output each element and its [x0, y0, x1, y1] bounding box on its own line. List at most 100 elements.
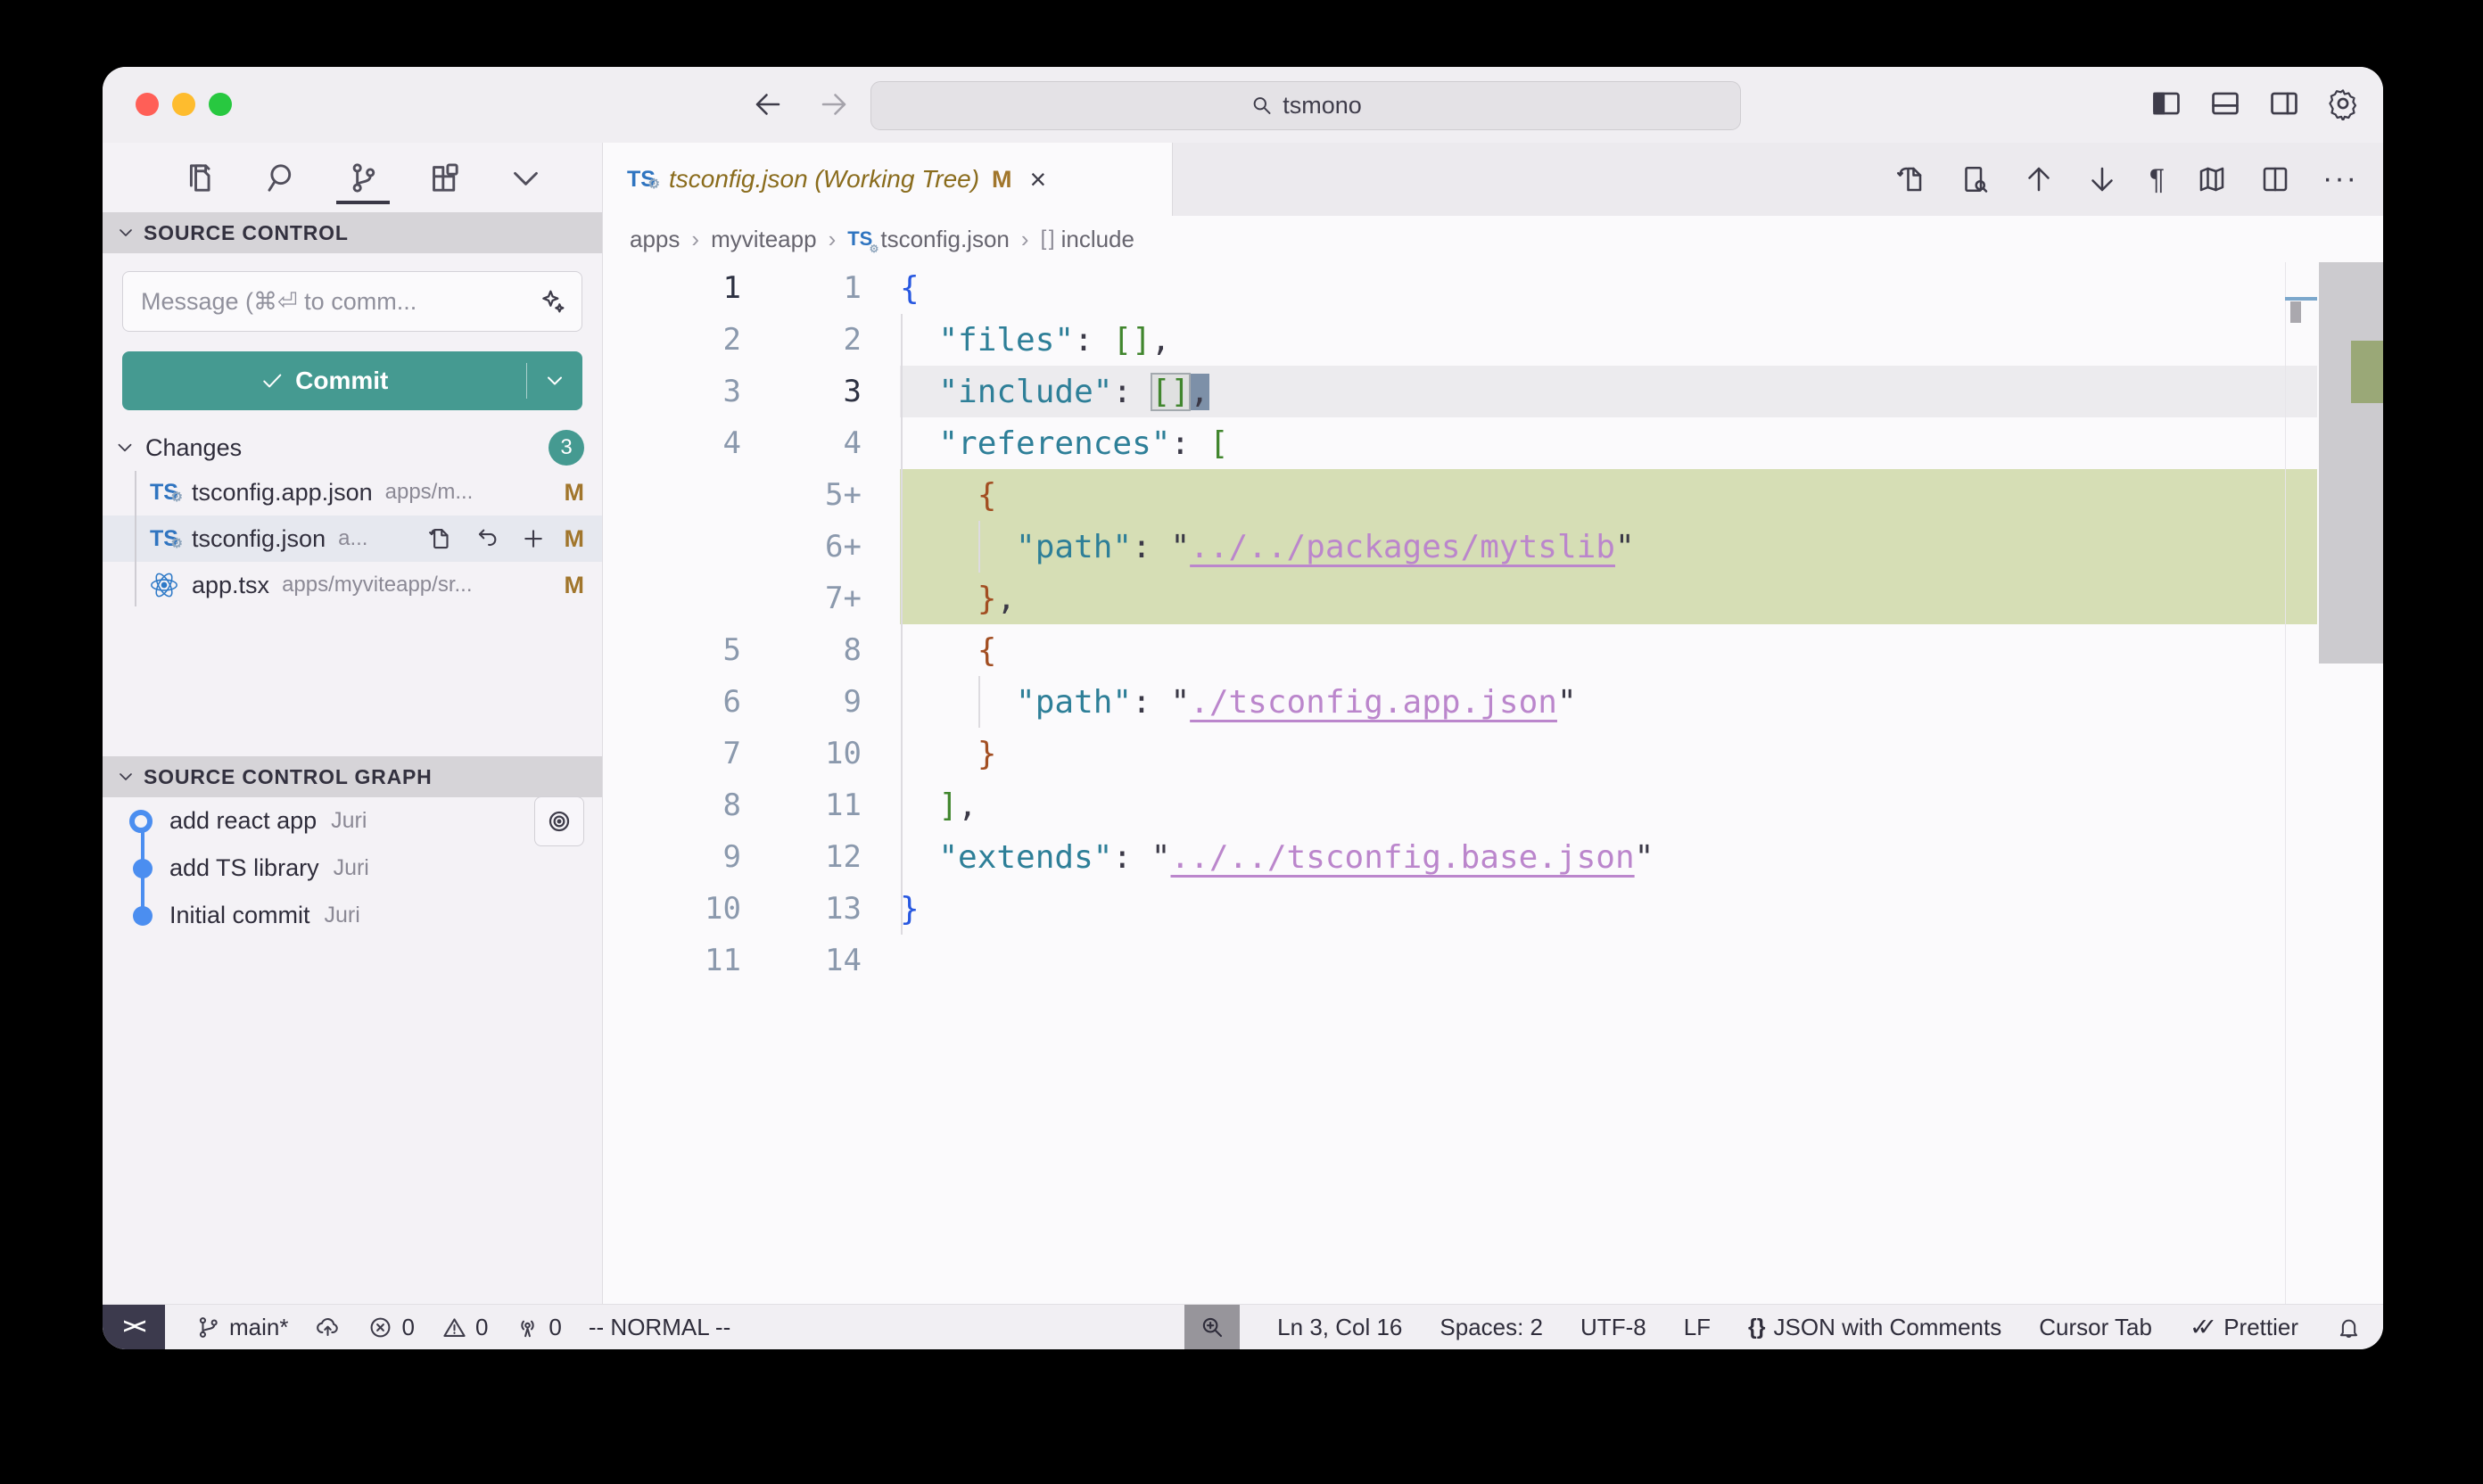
split-editor-icon[interactable]: [2259, 163, 2291, 195]
open-file-button[interactable]: [427, 525, 454, 552]
statusbar-ports[interactable]: 0: [515, 1314, 561, 1341]
modified-status-badge: M: [565, 525, 585, 553]
code-line[interactable]: 22 "files": [],: [603, 314, 2383, 366]
discard-button[interactable]: [474, 525, 500, 552]
commit-row[interactable]: add react appJuri: [103, 797, 602, 845]
minimize-window-button[interactable]: [172, 93, 195, 116]
statusbar-indentation[interactable]: Spaces: 2: [1439, 1314, 1543, 1341]
check-icon: [260, 368, 285, 393]
line-number-modified: 11: [741, 787, 862, 823]
code-line[interactable]: 1013}: [603, 883, 2383, 935]
code-line[interactable]: 710 }: [603, 728, 2383, 779]
settings-gear-icon[interactable]: [2326, 87, 2360, 120]
code-token: :: [1170, 425, 1209, 462]
open-changes-icon[interactable]: [1896, 163, 1928, 195]
inline-view-icon[interactable]: [1959, 163, 1992, 195]
line-number-modified: 5+: [741, 477, 862, 513]
statusbar-remote-indicator[interactable]: ><: [103, 1305, 165, 1349]
statusbar-vim-mode[interactable]: -- NORMAL --: [589, 1314, 730, 1341]
cloud-upload-icon: [315, 1315, 341, 1340]
activity-search[interactable]: [262, 151, 301, 204]
typescript-file-icon: TS: [626, 166, 656, 193]
back-arrow-icon[interactable]: [752, 88, 784, 120]
tab-modified-badge: M: [992, 166, 1012, 194]
more-actions-icon[interactable]: ···: [2322, 173, 2358, 186]
code-line-text: "path": "./tsconfig.app.json": [862, 684, 1577, 721]
commit-button[interactable]: Commit: [122, 351, 582, 410]
breadcrumb-item[interactable]: TStsconfig.json: [847, 226, 1010, 253]
code-token: ,: [996, 581, 1016, 617]
chevron-down-icon: [542, 368, 567, 393]
code-token: :: [1132, 529, 1170, 565]
code-line[interactable]: 912 "extends": "../../tsconfig.base.json…: [603, 831, 2383, 883]
toggle-primary-sidebar-icon[interactable]: [2149, 87, 2183, 120]
commit-row[interactable]: add TS libraryJuri: [103, 845, 602, 892]
source-control-graph-header[interactable]: SOURCE CONTROL GRAPH: [103, 756, 602, 797]
statusbar-encoding[interactable]: UTF-8: [1580, 1314, 1646, 1341]
changed-file-row[interactable]: TStsconfig.jsona...M: [103, 515, 602, 562]
statusbar-language-mode[interactable]: {}JSON with Comments: [1748, 1314, 2001, 1341]
commit-message-input[interactable]: Message (⌘⏎ to comm...: [122, 271, 582, 332]
code-token: [900, 632, 978, 669]
activity-extensions[interactable]: [425, 151, 464, 204]
command-center-search[interactable]: tsmono: [870, 81, 1741, 130]
code-line[interactable]: 5+ {: [603, 469, 2383, 521]
statusbar-problems-warnings[interactable]: 0: [441, 1314, 488, 1341]
forward-arrow-icon[interactable]: [818, 88, 850, 120]
breadcrumb-label: include: [1061, 226, 1134, 253]
code-line[interactable]: 69 "path": "./tsconfig.app.json": [603, 676, 2383, 728]
maximize-window-button[interactable]: [209, 93, 232, 116]
goto-ref-button[interactable]: [534, 796, 584, 846]
changed-file-row[interactable]: TStsconfig.app.jsonapps/m...M: [103, 469, 602, 515]
statusbar-notifications[interactable]: [2336, 1315, 2362, 1340]
tab-close-icon[interactable]: ×: [1030, 165, 1047, 194]
scrollbar-slider[interactable]: [2319, 262, 2383, 664]
breadcrumb-item[interactable]: myviteapp: [711, 226, 817, 253]
code-token: ": [1170, 529, 1190, 565]
statusbar-label: Cursor Tab: [2039, 1314, 2152, 1341]
source-control-section-header[interactable]: SOURCE CONTROL: [103, 212, 602, 253]
code-token: ./tsconfig.app.json: [1190, 684, 1557, 721]
code-line-text: "references": [: [862, 425, 1229, 462]
statusbar-problems-errors[interactable]: 0: [367, 1314, 414, 1341]
toggle-panel-icon[interactable]: [2208, 87, 2242, 120]
commit-row[interactable]: Initial commitJuri: [103, 892, 602, 939]
statusbar-cursor-position[interactable]: Ln 3, Col 16: [1277, 1314, 1402, 1341]
activity-more-views[interactable]: [506, 151, 545, 204]
previous-change-icon[interactable]: [2023, 163, 2055, 195]
code-line[interactable]: 33 "include": [],: [603, 366, 2383, 417]
breadcrumb-item[interactable]: apps: [630, 226, 680, 253]
statusbar-eol[interactable]: LF: [1684, 1314, 1711, 1341]
statusbar-formatter[interactable]: ✓✓Prettier: [2190, 1314, 2298, 1341]
code-line[interactable]: 7+ },: [603, 573, 2383, 624]
code-line[interactable]: 6+ "path": "../../packages/mytslib": [603, 521, 2383, 573]
statusbar-zoom-indicator[interactable]: [1184, 1305, 1240, 1349]
stage-button[interactable]: [520, 525, 547, 552]
code-line[interactable]: 811 ],: [603, 779, 2383, 831]
line-number-original: 6: [603, 684, 741, 720]
code-line-text: },: [862, 581, 1016, 617]
code-line[interactable]: 11{: [603, 262, 2383, 314]
render-whitespace-icon[interactable]: ¶: [2149, 165, 2165, 194]
next-change-icon[interactable]: [2086, 163, 2118, 195]
close-window-button[interactable]: [136, 93, 159, 116]
tab-tsconfig-working-tree[interactable]: TS tsconfig.json (Working Tree) M ×: [603, 143, 1173, 216]
activity-source-control[interactable]: [343, 151, 383, 204]
breadcrumb-item[interactable]: [ ]include: [1041, 226, 1134, 253]
code-line[interactable]: 58 {: [603, 624, 2383, 676]
statusbar-branch[interactable]: main*: [195, 1314, 288, 1341]
code-line[interactable]: 44 "references": [: [603, 417, 2383, 469]
toggle-secondary-sidebar-icon[interactable]: [2267, 87, 2301, 120]
code-line[interactable]: 1114: [603, 935, 2383, 986]
statusbar-cursor-tab[interactable]: Cursor Tab: [2039, 1314, 2152, 1341]
changed-file-row[interactable]: app.tsxapps/myviteapp/sr...M: [103, 562, 602, 608]
activity-explorer[interactable]: [181, 151, 220, 204]
code-editor[interactable]: 11{22 "files": [],33 "include": [],44 "r…: [603, 262, 2383, 1304]
commit-dropdown-button[interactable]: [527, 368, 582, 393]
warning-icon: [441, 1315, 467, 1340]
sparkle-icon[interactable]: [539, 287, 567, 316]
statusbar-sync[interactable]: [315, 1315, 341, 1340]
code-token: [900, 425, 938, 462]
map-icon[interactable]: [2196, 163, 2228, 195]
changes-header[interactable]: Changes 3: [103, 426, 602, 469]
